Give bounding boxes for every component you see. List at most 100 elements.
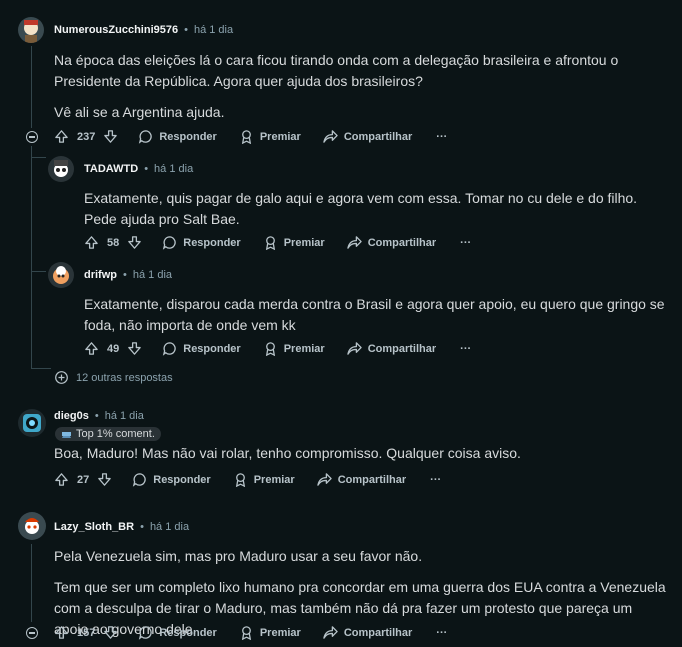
username[interactable]: dieg0s	[54, 410, 89, 422]
comment-paragraph: Vê ali se a Argentina ajuda.	[54, 104, 225, 120]
thread-line	[31, 146, 32, 368]
award-icon	[235, 473, 245, 487]
reply-label: Responder	[183, 342, 241, 355]
username[interactable]: NumerousZucchini9576	[54, 24, 178, 36]
upvote-icon[interactable]	[54, 129, 69, 144]
thread-connector	[31, 368, 51, 369]
share-icon	[323, 130, 338, 143]
thread-line	[31, 544, 32, 622]
vote-score: 49	[107, 342, 120, 355]
separator-dot: •	[184, 24, 188, 36]
comment-icon	[139, 130, 153, 144]
share-icon	[346, 342, 362, 355]
more-options-button[interactable]: ···	[436, 627, 447, 639]
award-button[interactable]: Premiar	[263, 235, 325, 250]
comment-body: Exatamente, disparou cada merda contra o…	[84, 294, 669, 336]
collapse-icon[interactable]	[26, 627, 38, 639]
share-button[interactable]: Compartilhar	[323, 129, 412, 144]
reply-button[interactable]: Responder	[132, 472, 211, 487]
more-options-button[interactable]: ···	[436, 131, 447, 143]
avatar[interactable]	[48, 262, 74, 288]
award-label: Premiar	[259, 130, 301, 143]
username[interactable]: TADAWTD	[84, 163, 138, 175]
downvote-icon[interactable]	[97, 472, 112, 487]
share-label: Compartilhar	[367, 342, 437, 355]
share-button[interactable]: Compartilhar	[316, 472, 407, 487]
username[interactable]: drifwp	[84, 269, 117, 281]
more-replies-label: 12 outras respostas	[76, 371, 173, 384]
action-bar: 157 Responder Premiar Compartilhar ···	[54, 625, 447, 640]
timestamp: há 1 dia	[149, 521, 190, 533]
avatar[interactable]	[18, 17, 44, 43]
share-button[interactable]: Compartilhar	[323, 625, 412, 640]
award-icon	[265, 236, 275, 250]
reply-button[interactable]: Responder	[162, 235, 241, 250]
action-bar: 49 Responder Premiar Compartilhar ···	[84, 341, 471, 356]
upvote-icon[interactable]	[54, 472, 69, 487]
vote-score: 237	[77, 130, 96, 143]
comment-paragraph: Exatamente, disparou cada merda contra o…	[84, 296, 665, 333]
downvote-icon[interactable]	[127, 341, 142, 356]
more-replies-link[interactable]: 12 outras respostas	[55, 371, 173, 384]
more-options-button[interactable]: ···	[460, 343, 471, 355]
comment-body: Boa, Maduro! Mas não vai rolar, tenho co…	[54, 443, 654, 464]
downvote-icon[interactable]	[103, 129, 118, 144]
avatar[interactable]	[18, 409, 46, 437]
comment-paragraph: Pela Venezuela sim, mas pro Maduro usar …	[54, 548, 423, 564]
share-icon	[323, 626, 338, 639]
downvote-icon[interactable]	[127, 235, 142, 250]
reply-label: Responder	[183, 236, 241, 249]
share-icon	[346, 236, 362, 249]
avatar[interactable]	[48, 156, 74, 182]
more-options-button[interactable]: ···	[460, 237, 471, 249]
award-button[interactable]: Premiar	[239, 625, 301, 640]
share-label: Compartilhar	[337, 473, 407, 486]
comment-icon	[163, 236, 176, 250]
action-bar: 58 Responder Premiar Compartilhar ···	[84, 235, 471, 250]
upvote-icon[interactable]	[54, 625, 69, 640]
collapse-icon[interactable]	[26, 131, 38, 143]
avatar[interactable]	[18, 512, 46, 540]
timestamp: há 1 dia	[104, 410, 144, 422]
username[interactable]: Lazy_Sloth_BR	[54, 521, 134, 533]
share-label: Compartilhar	[343, 130, 413, 143]
share-button[interactable]: Compartilhar	[346, 341, 437, 356]
thread-connector	[31, 157, 46, 158]
award-label: Premiar	[283, 342, 325, 355]
upvote-icon[interactable]	[84, 341, 99, 356]
upvote-icon[interactable]	[84, 235, 99, 250]
thread-line	[31, 46, 32, 128]
comment-paragraph: Na época das eleições lá o cara ficou ti…	[54, 52, 619, 89]
reply-label: Responder	[159, 130, 217, 143]
separator-dot: •	[140, 521, 144, 533]
award-button[interactable]: Premiar	[239, 129, 301, 144]
award-label: Premiar	[259, 626, 301, 639]
share-button[interactable]: Compartilhar	[346, 235, 437, 250]
top-commenter-badge: Top 1% coment.	[55, 427, 161, 441]
reply-button[interactable]: Responder	[162, 341, 241, 356]
award-button[interactable]: Premiar	[233, 472, 295, 487]
comment-body: Na época das eleições lá o cara ficou ti…	[54, 50, 654, 123]
award-icon	[265, 342, 275, 356]
reply-button[interactable]: Responder	[138, 625, 217, 640]
action-bar: 237 Responder Premiar Compartilhar ···	[54, 129, 447, 144]
downvote-icon[interactable]	[103, 625, 118, 640]
reply-button[interactable]: Responder	[138, 129, 217, 144]
more-options-button[interactable]: ···	[430, 474, 441, 486]
vote-score: 157	[77, 626, 96, 639]
comment-icon	[139, 626, 153, 640]
comment-icon	[133, 473, 146, 487]
comment-icon	[163, 342, 176, 356]
thread-connector	[31, 271, 46, 272]
vote-score: 58	[107, 236, 120, 249]
timestamp: há 1 dia	[132, 269, 173, 281]
award-label: Premiar	[253, 473, 295, 486]
separator-dot: •	[144, 163, 149, 175]
reply-label: Responder	[153, 473, 211, 486]
award-button[interactable]: Premiar	[263, 341, 325, 356]
expand-plus-icon	[55, 371, 68, 384]
comment-paragraph: Boa, Maduro! Mas não vai rolar, tenho co…	[54, 445, 521, 461]
award-icon	[241, 130, 251, 144]
award-label: Premiar	[283, 236, 325, 249]
share-label: Compartilhar	[367, 236, 437, 249]
